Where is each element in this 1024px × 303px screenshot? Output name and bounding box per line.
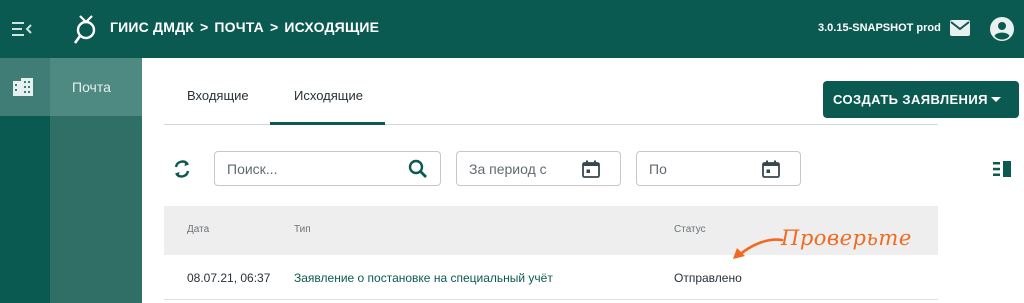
refresh-icon[interactable] bbox=[171, 158, 193, 180]
sidebar-item-mail[interactable]: Почта bbox=[72, 79, 111, 95]
chevron-down-icon bbox=[991, 97, 1001, 102]
row-divider bbox=[164, 299, 938, 300]
annotation-label: Проверьте bbox=[781, 226, 912, 250]
row-date: 08.07.21, 06:37 bbox=[187, 271, 271, 285]
search-input[interactable] bbox=[227, 161, 377, 177]
breadcrumb-root[interactable]: ГИИС ДМДК bbox=[110, 19, 194, 35]
search-field[interactable] bbox=[214, 151, 441, 186]
date-from-field[interactable] bbox=[456, 151, 621, 186]
logo-ring-icon[interactable] bbox=[72, 12, 100, 46]
annotation-arrow-icon bbox=[733, 238, 784, 259]
top-bar: ГИИС ДМДК > ПОЧТА > ИСХОДЯЩИЕ 3.0.15-SNA… bbox=[0, 0, 1024, 58]
date-to-field[interactable] bbox=[636, 151, 801, 186]
breadcrumb-separator: > bbox=[200, 19, 209, 35]
create-application-button[interactable]: СОЗДАТЬ ЗАЯВЛЕНИЯ bbox=[823, 81, 1019, 118]
tab-active-indicator bbox=[270, 122, 385, 125]
column-header-type[interactable]: Тип bbox=[294, 224, 311, 235]
calendar-icon[interactable] bbox=[762, 160, 780, 178]
calendar-icon[interactable] bbox=[582, 160, 600, 178]
menu-toggle-icon[interactable] bbox=[12, 20, 32, 38]
breadcrumb-current: ИСХОДЯЩИЕ bbox=[284, 19, 380, 35]
breadcrumb-mail[interactable]: ПОЧТА bbox=[214, 19, 264, 35]
version-label: 3.0.15-SNAPSHOT prod bbox=[818, 22, 941, 34]
column-header-status[interactable]: Статус bbox=[674, 224, 706, 235]
breadcrumb-separator: > bbox=[270, 19, 279, 35]
breadcrumb: ГИИС ДМДК > ПОЧТА > ИСХОДЯЩИЕ bbox=[110, 19, 379, 35]
tab-incoming[interactable]: Входящие bbox=[187, 88, 249, 103]
row-status: Отправлено bbox=[674, 271, 742, 285]
tab-outgoing[interactable]: Исходящие bbox=[294, 88, 363, 103]
search-icon[interactable] bbox=[408, 159, 428, 179]
column-header-date[interactable]: Дата bbox=[187, 224, 209, 235]
building-icon[interactable] bbox=[13, 78, 33, 96]
view-columns-icon[interactable] bbox=[993, 161, 1011, 177]
mail-icon[interactable] bbox=[950, 20, 970, 36]
account-circle-icon[interactable] bbox=[990, 17, 1014, 41]
row-type-link[interactable]: Заявление о постановке на специальный уч… bbox=[294, 271, 553, 285]
create-application-label: СОЗДАТЬ ЗАЯВЛЕНИЯ bbox=[833, 92, 988, 107]
